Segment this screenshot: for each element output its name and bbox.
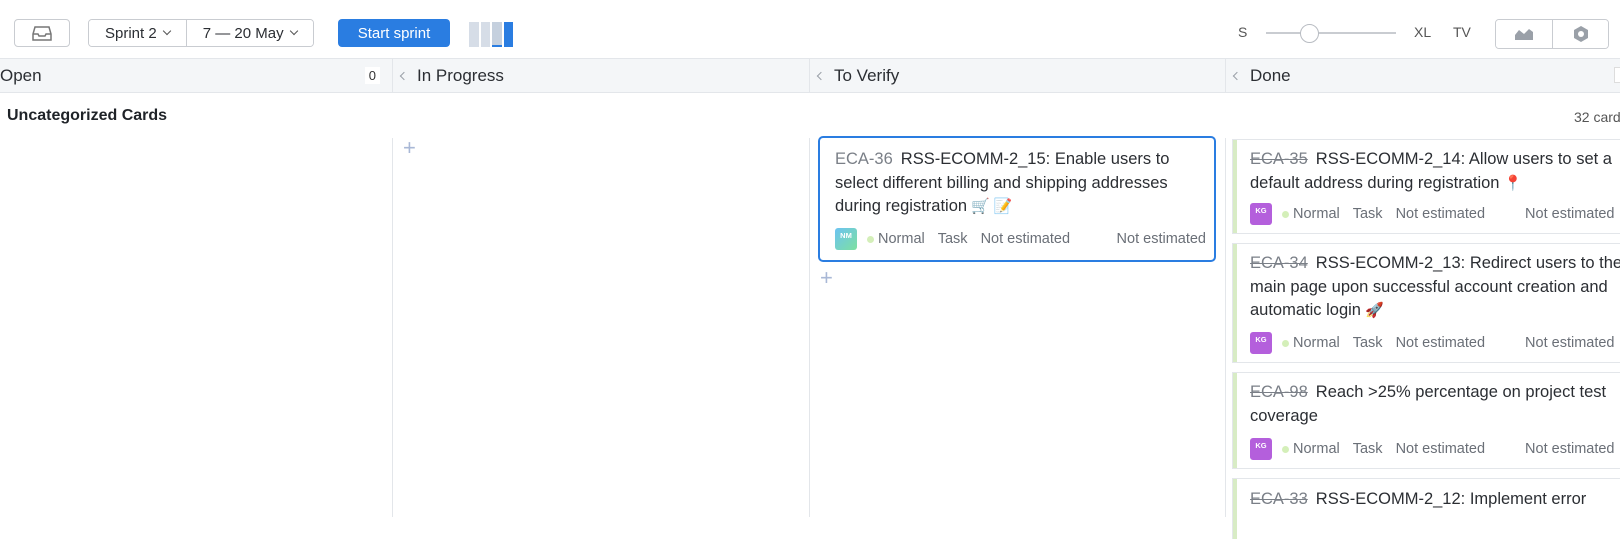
column-count-badge: 0	[364, 67, 380, 84]
priority-dot-icon	[1282, 445, 1289, 453]
card-id[interactable]: ECA-34	[1250, 254, 1308, 272]
card-spent-time[interactable]: Not estimated	[1117, 231, 1206, 247]
card-priority[interactable]: Normal	[878, 231, 925, 247]
column-header-done[interactable]: Done	[1225, 59, 1620, 93]
card-estimate[interactable]: Not estimated	[1396, 441, 1485, 457]
column-title: In Progress	[417, 65, 504, 85]
card-emojis: 📍	[1503, 174, 1523, 192]
column-divider	[392, 138, 393, 517]
card-type[interactable]: Task	[1353, 335, 1383, 351]
date-range-dropdown[interactable]: 7 — 20 May	[185, 20, 313, 46]
swimlane-title[interactable]: Uncategorized Cards	[7, 107, 167, 125]
avatar[interactable]: KG	[1250, 203, 1272, 225]
card-size-slider-handle[interactable]	[1300, 24, 1319, 43]
chart-button[interactable]	[1496, 20, 1552, 48]
board-toolbar: Sprint 2 7 — 20 May Start sprint S XL TV	[0, 0, 1620, 59]
card-emojis: 🛒 📝	[971, 198, 1013, 215]
priority-dot-icon	[867, 235, 874, 243]
swimlane-card-count: 32 cards	[1574, 109, 1620, 125]
card-size-large-label: XL	[1414, 24, 1432, 40]
column-header-open[interactable]: Open 0	[0, 59, 392, 93]
card-type[interactable]: Task	[1353, 441, 1383, 457]
date-range-label: 7 — 20 May	[202, 24, 284, 42]
column-header-to-verify[interactable]: To Verify	[809, 59, 1225, 93]
avatar[interactable]: NM	[835, 228, 857, 250]
inbox-icon	[32, 26, 52, 41]
settings-button[interactable]	[1552, 20, 1608, 48]
card-type[interactable]: Task	[938, 231, 968, 247]
settings-icon	[1573, 26, 1588, 42]
column-divider	[1225, 138, 1226, 517]
chevron-down-icon	[289, 26, 298, 36]
card-id[interactable]: ECA-35	[1250, 150, 1308, 168]
task-card[interactable]: ECA-35 RSS-ECOMM-2_14: Allow users to set…	[1233, 140, 1620, 233]
task-card[interactable]: ECA-98 Reach >25% percentage on project t…	[1233, 373, 1620, 468]
collapse-chevron-icon[interactable]	[816, 71, 826, 80]
burndown-chart-icon[interactable]	[469, 22, 513, 47]
collapse-chevron-icon[interactable]	[1232, 71, 1242, 80]
avatar[interactable]: KG	[1250, 332, 1272, 354]
card-estimate[interactable]: Not estimated	[1396, 335, 1485, 351]
card-spent-time[interactable]: Not estimated	[1525, 441, 1614, 457]
card-meta: KG Normal Task Not estimated Not estimat…	[1250, 203, 1620, 225]
card-title: RSS-ECOMM-2_12: Implement error	[1315, 490, 1587, 508]
sprint-selector: Sprint 2 7 — 20 May	[88, 19, 314, 47]
add-card-button[interactable]: +	[820, 267, 833, 289]
sprint-label: Sprint 2	[105, 24, 157, 42]
avatar[interactable]: KG	[1250, 438, 1272, 460]
column-title: Open	[0, 65, 42, 85]
chevron-down-icon	[162, 26, 171, 36]
card-spent-time[interactable]: Not estimated	[1525, 206, 1614, 222]
card-id[interactable]: ECA-98	[1250, 383, 1308, 401]
card-size-small-label: S	[1238, 24, 1248, 40]
card-priority[interactable]: Normal	[1293, 335, 1340, 351]
card-meta: NM Normal Task Not estimated Not estimat…	[835, 228, 1206, 250]
card-meta: KG Normal Task Not estimated Not estimat…	[1250, 332, 1620, 354]
card-priority[interactable]: Normal	[1293, 206, 1340, 222]
task-card[interactable]: ECA-34 RSS-ECOMM-2_13: Redirect users to …	[1233, 244, 1620, 362]
task-card[interactable]: ECA-33 RSS-ECOMM-2_12: Implement error	[1233, 479, 1620, 539]
card-size-slider-track[interactable]	[1266, 32, 1396, 34]
sprint-dropdown[interactable]: Sprint 2	[89, 20, 186, 46]
card-meta: KG Normal Task Not estimated Not estimat…	[1250, 438, 1620, 460]
priority-dot-icon	[1282, 339, 1289, 347]
card-id[interactable]: ECA-36	[835, 150, 893, 168]
start-sprint-button[interactable]: Start sprint	[338, 19, 450, 47]
card-type[interactable]: Task	[1353, 206, 1383, 222]
column-header-in-progress[interactable]: In Progress	[392, 59, 809, 93]
card-emojis: 🚀	[1364, 302, 1384, 319]
column-title: To Verify	[834, 65, 900, 85]
board-view-buttons	[1495, 19, 1609, 49]
card-estimate[interactable]: Not estimated	[1396, 206, 1485, 222]
collapse-chevron-icon[interactable]	[399, 71, 409, 80]
column-count-badge	[1614, 67, 1620, 83]
priority-dot-icon	[1282, 210, 1289, 218]
chart-icon	[1515, 29, 1533, 40]
tv-mode-button[interactable]: TV	[1453, 24, 1471, 40]
card-estimate[interactable]: Not estimated	[981, 231, 1070, 247]
inbox-button[interactable]	[14, 19, 70, 47]
card-id[interactable]: ECA-33	[1250, 490, 1308, 508]
card-spent-time[interactable]: Not estimated	[1525, 335, 1614, 351]
add-card-button[interactable]: +	[403, 137, 416, 159]
column-divider	[809, 138, 810, 517]
column-title: Done	[1250, 65, 1291, 85]
task-card[interactable]: ECA-36 RSS-ECOMM-2_15: Enable users to se…	[818, 136, 1216, 262]
card-priority[interactable]: Normal	[1293, 441, 1340, 457]
